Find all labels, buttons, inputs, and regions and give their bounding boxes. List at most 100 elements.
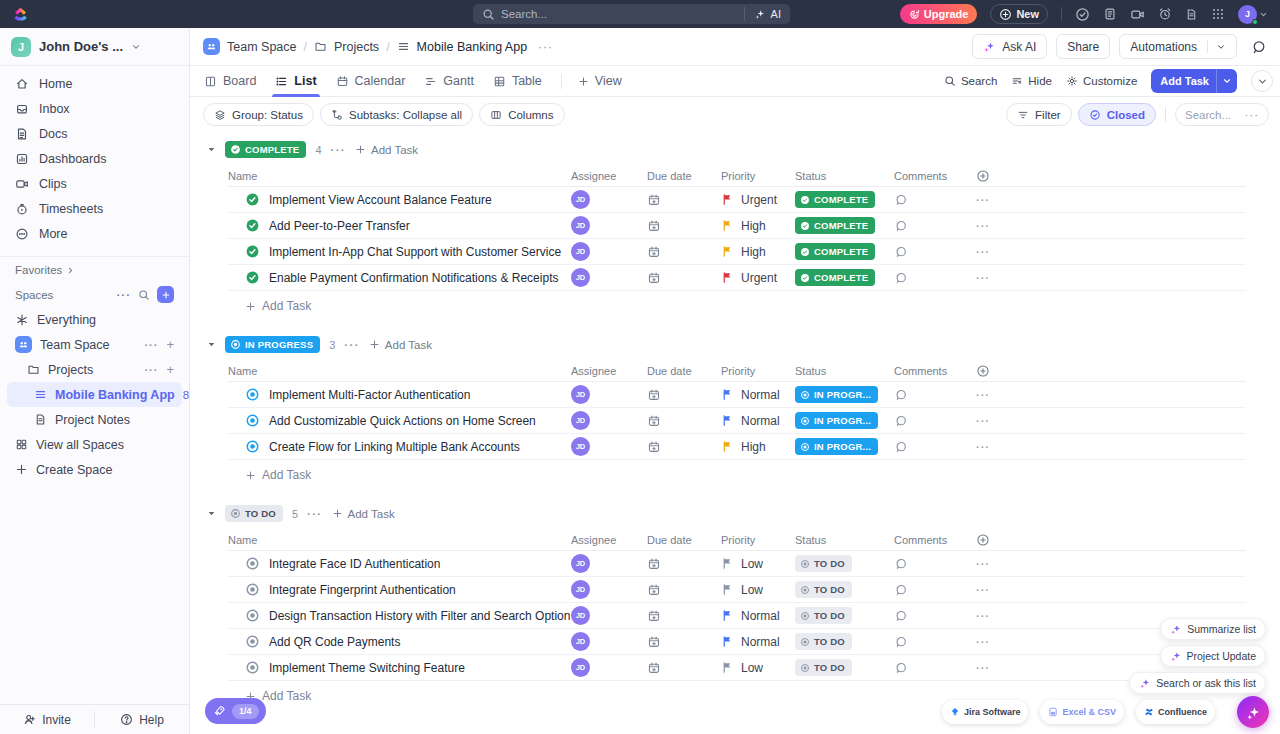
doc-icon[interactable] bbox=[1185, 8, 1198, 21]
task-row[interactable]: Create Flow for Linking Multiple Bank Ac… bbox=[228, 434, 1246, 460]
status-badge[interactable]: TO DO bbox=[795, 555, 852, 572]
search-ask-list-button[interactable]: Search or ask this list bbox=[1129, 672, 1266, 694]
add-icon[interactable]: + bbox=[166, 337, 174, 352]
status-cell[interactable]: TO DO bbox=[795, 607, 894, 625]
task-status-icon[interactable] bbox=[245, 192, 260, 207]
due-date-cell[interactable] bbox=[647, 193, 721, 207]
due-date-cell[interactable] bbox=[647, 661, 721, 675]
confluence-button[interactable]: Confluence bbox=[1136, 700, 1215, 724]
task-name[interactable]: Create Flow for Linking Multiple Bank Ac… bbox=[269, 440, 520, 454]
priority-cell[interactable]: Low bbox=[721, 661, 795, 675]
tab-add-view[interactable]: View bbox=[578, 66, 622, 97]
closed-pill[interactable]: Closed bbox=[1078, 103, 1156, 126]
task-row[interactable]: Design Transaction History with Filter a… bbox=[228, 603, 1246, 629]
sidebar-tree-project-notes[interactable]: Project Notes bbox=[7, 407, 182, 432]
sidebar-tree-projects[interactable]: Projects···+ bbox=[7, 357, 182, 382]
breadcrumb-team-space[interactable]: Team Space bbox=[227, 40, 296, 54]
status-badge[interactable]: TO DO bbox=[795, 581, 852, 598]
due-date-cell[interactable] bbox=[647, 271, 721, 285]
tab-table[interactable]: Table bbox=[493, 66, 542, 97]
video-icon[interactable] bbox=[1130, 7, 1145, 22]
comments-cell[interactable] bbox=[894, 388, 976, 402]
comments-cell[interactable] bbox=[894, 661, 976, 675]
task-more-icon[interactable]: ··· bbox=[976, 220, 1246, 232]
task-row[interactable]: Integrate Face ID AuthenticationJDLowTO … bbox=[228, 551, 1246, 577]
priority-cell[interactable]: High bbox=[721, 440, 795, 454]
comments-cell[interactable] bbox=[894, 583, 976, 597]
sidebar-tree-mobile-banking-app[interactable]: Mobile Banking App8 bbox=[7, 382, 182, 407]
column-header-comments[interactable]: Comments bbox=[894, 170, 976, 182]
sidebar-item-docs[interactable]: Docs bbox=[7, 121, 182, 146]
priority-cell[interactable]: Normal bbox=[721, 635, 795, 649]
group-add-task-button[interactable]: Add Task bbox=[332, 508, 395, 520]
summarize-list-button[interactable]: Summarize list bbox=[1160, 618, 1266, 640]
tab-calendar[interactable]: Calendar bbox=[336, 66, 406, 97]
more-icon[interactable]: ··· bbox=[144, 339, 158, 351]
priority-cell[interactable]: Urgent bbox=[721, 193, 795, 207]
filter-pill[interactable]: Filter bbox=[1006, 103, 1072, 126]
task-more-icon[interactable]: ··· bbox=[976, 194, 1246, 206]
new-button[interactable]: New bbox=[990, 4, 1048, 24]
sidebar-item-timesheets[interactable]: Timesheets bbox=[7, 196, 182, 221]
hide-button[interactable]: Hide bbox=[1011, 75, 1052, 87]
upgrade-button[interactable]: Upgrade bbox=[900, 4, 978, 24]
task-status-icon[interactable] bbox=[245, 582, 260, 597]
status-cell[interactable]: COMPLETE bbox=[795, 217, 894, 235]
task-name[interactable]: Add Customizable Quick Actions on Home S… bbox=[269, 414, 536, 428]
priority-cell[interactable]: Low bbox=[721, 557, 795, 571]
status-cell[interactable]: COMPLETE bbox=[795, 191, 894, 209]
assignee-avatar[interactable]: JD bbox=[571, 268, 590, 287]
assignee-avatar[interactable]: JD bbox=[571, 606, 590, 625]
alarm-clock-icon[interactable] bbox=[1158, 7, 1172, 21]
column-header-name[interactable]: Name bbox=[228, 170, 571, 182]
due-date-cell[interactable] bbox=[647, 440, 721, 454]
priority-cell[interactable]: Normal bbox=[721, 414, 795, 428]
customize-button[interactable]: Customize bbox=[1066, 75, 1137, 87]
due-date-cell[interactable] bbox=[647, 245, 721, 259]
priority-cell[interactable]: High bbox=[721, 245, 795, 259]
jira-software-button[interactable]: Jira Software bbox=[942, 700, 1029, 724]
group-collapse-icon[interactable] bbox=[207, 145, 216, 154]
more-icon[interactable]: ··· bbox=[144, 364, 158, 376]
status-cell[interactable]: TO DO bbox=[795, 581, 894, 599]
assignee-cell[interactable]: JD bbox=[571, 242, 647, 261]
status-badge[interactable]: IN PROGR... bbox=[795, 386, 878, 403]
status-cell[interactable]: TO DO bbox=[795, 555, 894, 573]
status-cell[interactable]: IN PROGR... bbox=[795, 438, 894, 456]
column-header-status[interactable]: Status bbox=[795, 365, 894, 377]
group-status-pill[interactable]: TO DO bbox=[225, 505, 283, 522]
column-header-assignee[interactable]: Assignee bbox=[571, 365, 647, 377]
column-header-priority[interactable]: Priority bbox=[721, 365, 795, 377]
assignee-avatar[interactable]: JD bbox=[571, 632, 590, 651]
assignee-cell[interactable]: JD bbox=[571, 606, 647, 625]
column-header-name[interactable]: Name bbox=[228, 365, 571, 377]
workspace-switcher[interactable]: J John Doe's ... bbox=[0, 28, 189, 66]
breadcrumb-projects[interactable]: Projects bbox=[334, 40, 379, 54]
column-header-comments[interactable]: Comments bbox=[894, 365, 976, 377]
status-badge[interactable]: COMPLETE bbox=[795, 243, 875, 260]
task-row[interactable]: Enable Payment Confirmation Notification… bbox=[228, 265, 1246, 291]
task-more-icon[interactable]: ··· bbox=[976, 558, 1246, 570]
sidebar-tree-team-space[interactable]: Team Space···+ bbox=[7, 332, 182, 357]
column-header-status[interactable]: Status bbox=[795, 170, 894, 182]
task-status-icon[interactable] bbox=[245, 270, 260, 285]
status-cell[interactable]: COMPLETE bbox=[795, 269, 894, 287]
task-row[interactable]: Add Customizable Quick Actions on Home S… bbox=[228, 408, 1246, 434]
task-more-icon[interactable]: ··· bbox=[976, 272, 1246, 284]
task-name[interactable]: Add Peer-to-Peer Transfer bbox=[269, 219, 410, 233]
column-header-comments[interactable]: Comments bbox=[894, 534, 976, 546]
comments-cell[interactable] bbox=[894, 609, 976, 623]
add-column-icon[interactable] bbox=[976, 169, 1246, 183]
spaces-more-icon[interactable]: ··· bbox=[117, 289, 132, 301]
status-badge[interactable]: TO DO bbox=[795, 633, 852, 650]
spaces-search-icon[interactable] bbox=[138, 289, 150, 301]
status-cell[interactable]: IN PROGR... bbox=[795, 386, 894, 404]
add-column-icon[interactable] bbox=[976, 364, 1246, 378]
add-task-button[interactable]: Add Task bbox=[1151, 69, 1237, 93]
assignee-cell[interactable]: JD bbox=[571, 385, 647, 404]
assignee-avatar[interactable]: JD bbox=[571, 580, 590, 599]
status-cell[interactable]: COMPLETE bbox=[795, 243, 894, 261]
tab-gantt[interactable]: Gantt bbox=[424, 66, 474, 97]
subtasks-pill[interactable]: Subtasks: Collapse all bbox=[320, 103, 473, 126]
comments-cell[interactable] bbox=[894, 414, 976, 428]
